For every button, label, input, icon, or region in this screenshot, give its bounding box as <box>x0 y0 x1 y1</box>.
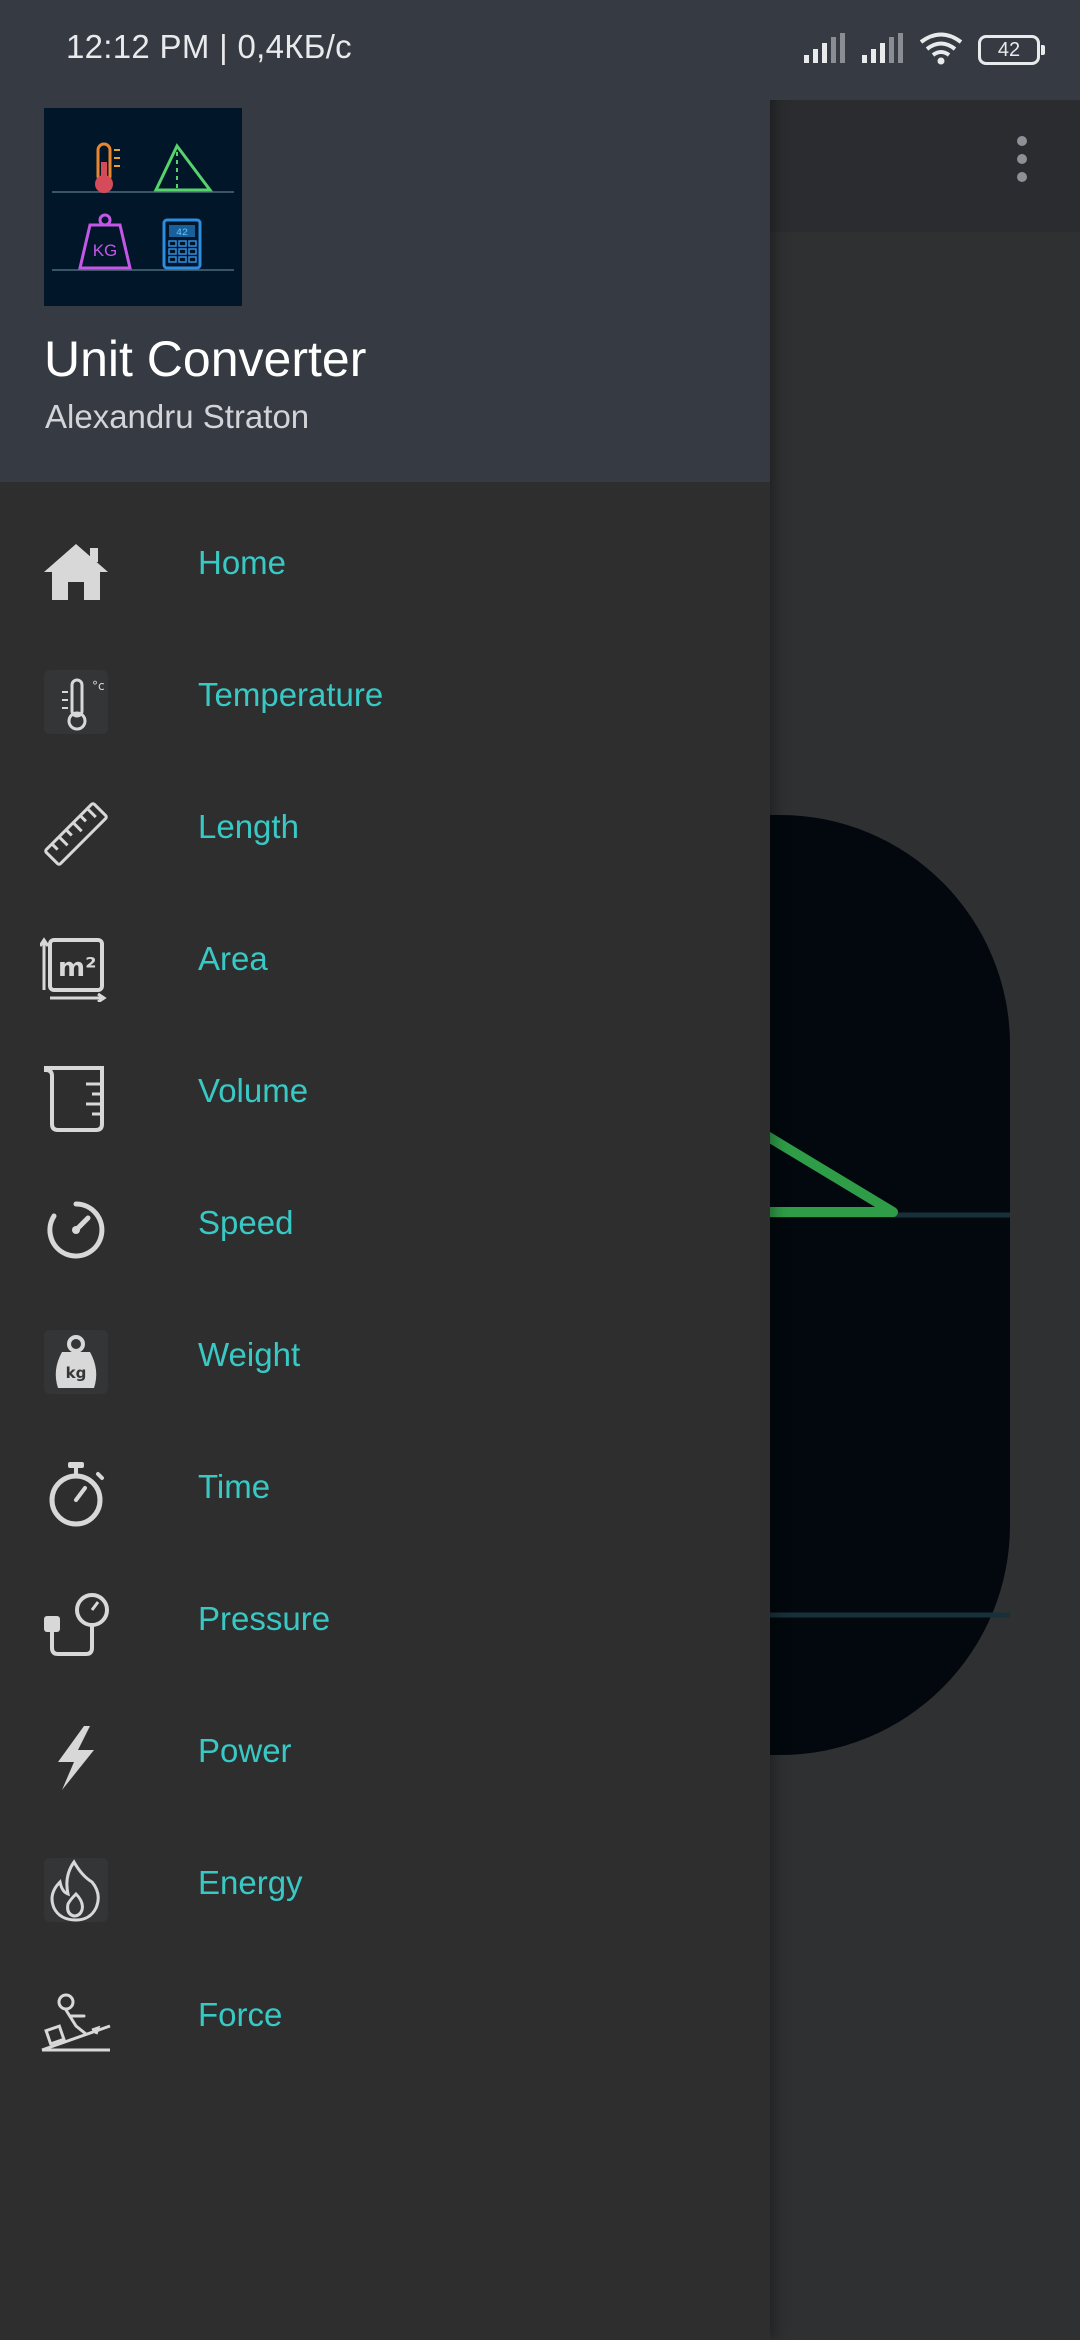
battery-level: 42 <box>997 38 1021 61</box>
menu-item-label: Temperature <box>198 676 384 713</box>
menu-item-area[interactable]: m² Area <box>0 896 770 1028</box>
signal-icon <box>802 32 846 68</box>
menu-item-label: Home <box>198 544 287 581</box>
wifi-icon <box>918 31 964 70</box>
overflow-menu-icon[interactable] <box>990 124 1050 194</box>
logo-calc-digits: 42 <box>176 228 188 239</box>
force-icon <box>40 1986 112 2058</box>
menu-item-power[interactable]: Power <box>0 1688 770 1820</box>
lightning-icon <box>40 1722 112 1794</box>
menu-item-volume[interactable]: Volume <box>0 1028 770 1160</box>
status-bar: 12:12 PM | 0,4КБ/с 42 <box>0 0 1080 100</box>
menu-item-speed[interactable]: Speed <box>0 1160 770 1292</box>
menu-item-label: Time <box>198 1468 271 1505</box>
svg-text:kg: kg <box>66 1364 87 1382</box>
speedometer-icon <box>40 1194 112 1266</box>
area-icon: m² <box>40 930 112 1002</box>
thermometer-icon: °c <box>40 666 112 738</box>
stopwatch-icon <box>40 1458 112 1530</box>
navigation-drawer: KG 42 Unit Converter Alexandru Straton H… <box>0 0 770 2340</box>
menu-item-temperature[interactable]: °c Temperature <box>0 632 770 764</box>
app-title: Unit Converter <box>44 331 367 387</box>
menu-item-label: Energy <box>198 1864 303 1901</box>
menu-item-label: Force <box>198 1996 283 2033</box>
logo-kg-text: KG <box>93 241 118 260</box>
beaker-icon <box>40 1062 112 1134</box>
pressure-gauge-icon <box>40 1590 112 1662</box>
status-icons: 42 <box>802 30 1045 70</box>
menu-item-energy[interactable]: Energy <box>0 1820 770 1952</box>
svg-text:°c: °c <box>92 679 105 693</box>
status-time: 12:12 PM | 0,4КБ/с <box>66 28 352 65</box>
weight-icon: kg <box>40 1326 112 1398</box>
menu-item-pressure[interactable]: Pressure <box>0 1556 770 1688</box>
menu-item-label: Speed <box>198 1204 294 1241</box>
svg-text:m²: m² <box>58 953 96 983</box>
menu-item-length[interactable]: Length <box>0 764 770 896</box>
menu-item-label: Weight <box>198 1336 301 1373</box>
drawer-menu: Home °c Temperature Length m² Area Volum… <box>0 500 770 2084</box>
menu-item-label: Pressure <box>198 1600 331 1637</box>
menu-item-weight[interactable]: kg Weight <box>0 1292 770 1424</box>
flame-icon <box>40 1854 112 1926</box>
app-author: Alexandru Straton <box>45 398 310 435</box>
ruler-icon <box>40 798 112 870</box>
signal-icon <box>860 32 904 68</box>
menu-item-force[interactable]: Force <box>0 1952 770 2084</box>
menu-item-home[interactable]: Home <box>0 500 770 632</box>
app-logo: KG 42 <box>44 108 242 306</box>
battery-icon: 42 <box>978 35 1045 65</box>
menu-item-time[interactable]: Time <box>0 1424 770 1556</box>
menu-item-label: Area <box>198 940 268 977</box>
menu-item-label: Volume <box>198 1072 309 1109</box>
menu-item-label: Length <box>198 808 299 845</box>
home-icon <box>40 534 112 606</box>
menu-item-label: Power <box>198 1732 292 1769</box>
